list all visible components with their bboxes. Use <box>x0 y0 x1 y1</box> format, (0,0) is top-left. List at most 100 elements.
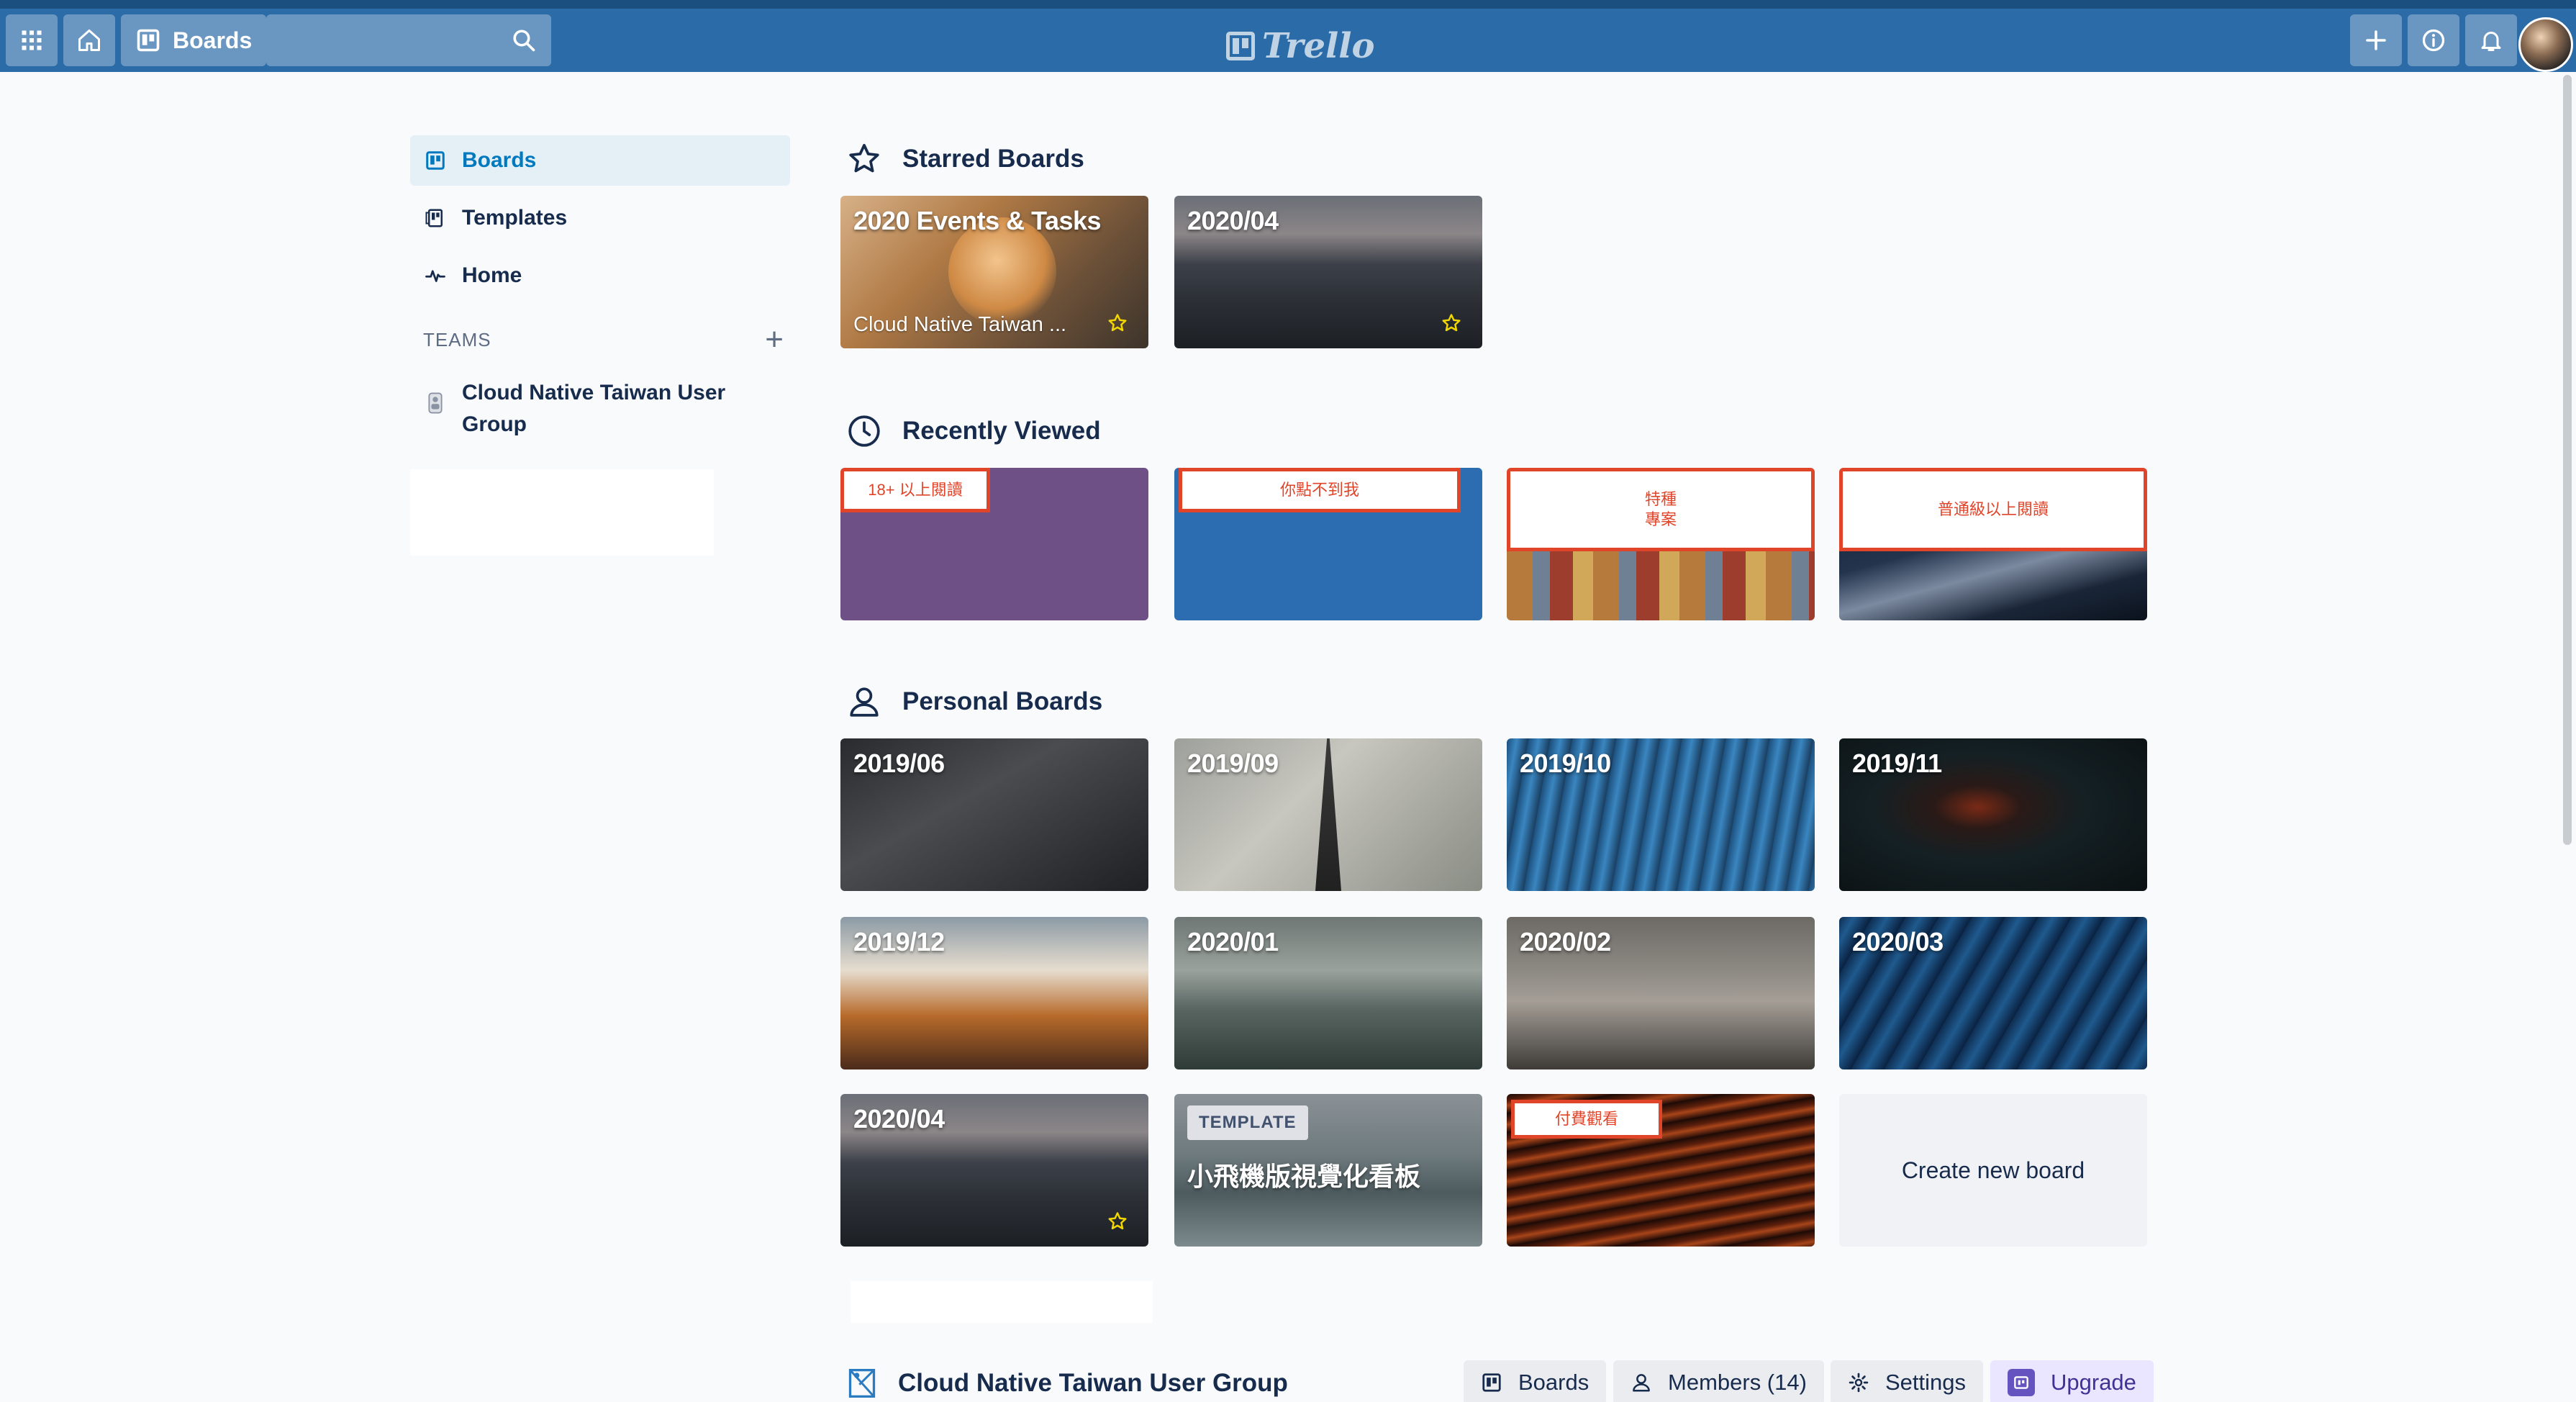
team-name: Cloud Native Taiwan User Group <box>462 381 726 436</box>
board-title: 2019/11 <box>1852 749 1942 778</box>
plus-icon <box>2366 30 2386 50</box>
boards-icon <box>426 151 445 170</box>
trello-logo-icon <box>1226 32 1255 60</box>
eiffel-tower-image <box>1315 738 1341 891</box>
board-label: 特種 專案 <box>1507 468 1815 551</box>
team-icon <box>428 392 443 414</box>
create-board-label: Create new board <box>1901 1157 2085 1183</box>
sidebar-item-boards[interactable]: Boards <box>410 135 790 186</box>
create-new-board-button[interactable]: Create new board <box>1839 1094 2147 1247</box>
board-tile-personal[interactable]: 2020/03 <box>1839 917 2147 1069</box>
team-upgrade-button[interactable]: Upgrade <box>1990 1360 2154 1402</box>
team-section-heading: Cloud Native Taiwan User Group <box>846 1366 1288 1401</box>
starred-boards-heading: Starred Boards <box>846 141 1084 177</box>
pill-label: Settings <box>1885 1370 1967 1395</box>
board-title: 2020/02 <box>1520 927 1611 956</box>
bell-icon <box>2481 32 2501 51</box>
board-title: 小飛機版視覺化看板 <box>1187 1162 1421 1191</box>
board-tile-personal[interactable]: 2020/01 <box>1174 917 1482 1069</box>
apps-grid-icon <box>22 30 42 50</box>
board-subtitle: Cloud Native Taiwan ... <box>853 313 1067 336</box>
board-title: 2020/04 <box>853 1104 945 1134</box>
teams-heading: TEAMS <box>423 328 491 350</box>
board-tile-template[interactable]: TEMPLATE 小飛機版視覺化看板 <box>1174 1094 1482 1247</box>
board-tile-personal[interactable]: 2020/04 <box>840 1094 1148 1247</box>
board-label: 你點不到我 <box>1179 468 1461 512</box>
team-boards-button[interactable]: Boards <box>1464 1360 1607 1402</box>
home-button[interactable] <box>63 14 115 66</box>
star-outline-icon <box>849 143 879 173</box>
boards-button[interactable]: Boards <box>121 14 267 66</box>
board-tile-personal[interactable]: 2019/11 <box>1839 738 2147 891</box>
section-title: Starred Boards <box>902 145 1084 173</box>
sidebar-item-label: Boards <box>462 148 537 172</box>
info-button[interactable] <box>2408 14 2459 66</box>
star-icon[interactable] <box>1107 1211 1128 1232</box>
sidebar-item-label: Templates <box>462 206 568 230</box>
team-logo-icon <box>848 1369 876 1398</box>
board-tile-personal[interactable]: 付費觀看 <box>1507 1094 1815 1247</box>
add-team-plus-icon[interactable]: + <box>765 324 784 356</box>
board-title: 2019/06 <box>853 749 945 778</box>
pill-label: Upgrade <box>2051 1370 2136 1395</box>
board-tile-recent[interactable]: 特種 專案 <box>1507 468 1815 620</box>
search-input[interactable] <box>266 14 551 66</box>
sidebar-item-label: Home <box>462 263 522 287</box>
board-tile-starred[interactable]: 2020 Events & Tasks Cloud Native Taiwan … <box>840 196 1148 348</box>
template-badge: TEMPLATE <box>1187 1105 1308 1140</box>
search-icon <box>513 30 535 52</box>
home-icon <box>78 30 100 51</box>
board-title: 2019/12 <box>853 927 945 956</box>
notifications-button[interactable] <box>2465 14 2517 66</box>
person-icon <box>850 687 879 717</box>
recently-viewed-heading: Recently Viewed <box>846 413 1101 449</box>
board-label: 18+ 以上閱讀 <box>840 468 990 512</box>
create-button[interactable] <box>2350 14 2402 66</box>
board-tile-personal[interactable]: 2019/09 <box>1174 738 1482 891</box>
board-title: 2020/04 <box>1187 206 1279 235</box>
person-icon <box>1633 1374 1650 1392</box>
info-icon <box>2422 29 2445 52</box>
board-tile-recent[interactable]: 你點不到我 <box>1174 468 1482 620</box>
boards-button-label: Boards <box>173 27 253 53</box>
team-members-button[interactable]: Members (14) <box>1613 1360 1824 1402</box>
activity-icon <box>425 270 445 282</box>
blank-panel <box>851 1281 1153 1323</box>
teams-heading-row: TEAMS + <box>410 324 790 356</box>
templates-icon <box>425 209 443 227</box>
trello-logo[interactable]: Trello <box>1226 24 1375 68</box>
apps-grid-button[interactable] <box>6 14 58 66</box>
board-tile-recent[interactable]: 普通級以上閱讀 <box>1839 468 2147 620</box>
sidebar-blank-panel <box>410 469 714 556</box>
board-title: 2020 Events & Tasks <box>853 206 1102 235</box>
board-title: 2019/10 <box>1520 749 1611 778</box>
sidebar-item-home[interactable]: Home <box>410 250 790 301</box>
board-title: 2019/09 <box>1187 749 1279 778</box>
vertical-scrollbar[interactable] <box>2563 75 2572 845</box>
personal-boards-heading: Personal Boards <box>846 684 1102 720</box>
board-tile-personal[interactable]: 2019/12 <box>840 917 1148 1069</box>
board-tile-personal[interactable]: 2019/06 <box>840 738 1148 891</box>
section-title: Personal Boards <box>902 687 1103 715</box>
section-title: Recently Viewed <box>902 417 1101 445</box>
avatar[interactable] <box>2518 17 2573 72</box>
boards-icon <box>137 29 160 52</box>
logo-text: Trello <box>1262 26 1375 66</box>
board-title: 2020/01 <box>1187 927 1279 956</box>
pill-label: Boards <box>1518 1370 1589 1395</box>
sidebar-item-team[interactable]: Cloud Native Taiwan User Group <box>410 377 790 440</box>
board-tile-personal[interactable]: 2019/10 <box>1507 738 1815 891</box>
board-tile-personal[interactable]: 2020/02 <box>1507 917 1815 1069</box>
star-icon[interactable] <box>1107 312 1128 334</box>
star-icon[interactable] <box>1441 312 1462 334</box>
gear-icon <box>1849 1372 1869 1393</box>
board-tile-starred[interactable]: 2020/04 <box>1174 196 1482 348</box>
clock-icon <box>848 415 880 447</box>
sidebar: Boards Templates Home TEAMS + Cloud Nati… <box>410 135 790 556</box>
board-label: 付費觀看 <box>1511 1100 1662 1139</box>
boards-icon <box>1482 1373 1501 1392</box>
team-settings-button[interactable]: Settings <box>1831 1360 1984 1402</box>
team-section-title: Cloud Native Taiwan User Group <box>898 1369 1288 1397</box>
board-tile-recent[interactable]: 18+ 以上閱讀 <box>840 468 1148 620</box>
sidebar-item-templates[interactable]: Templates <box>410 193 790 243</box>
